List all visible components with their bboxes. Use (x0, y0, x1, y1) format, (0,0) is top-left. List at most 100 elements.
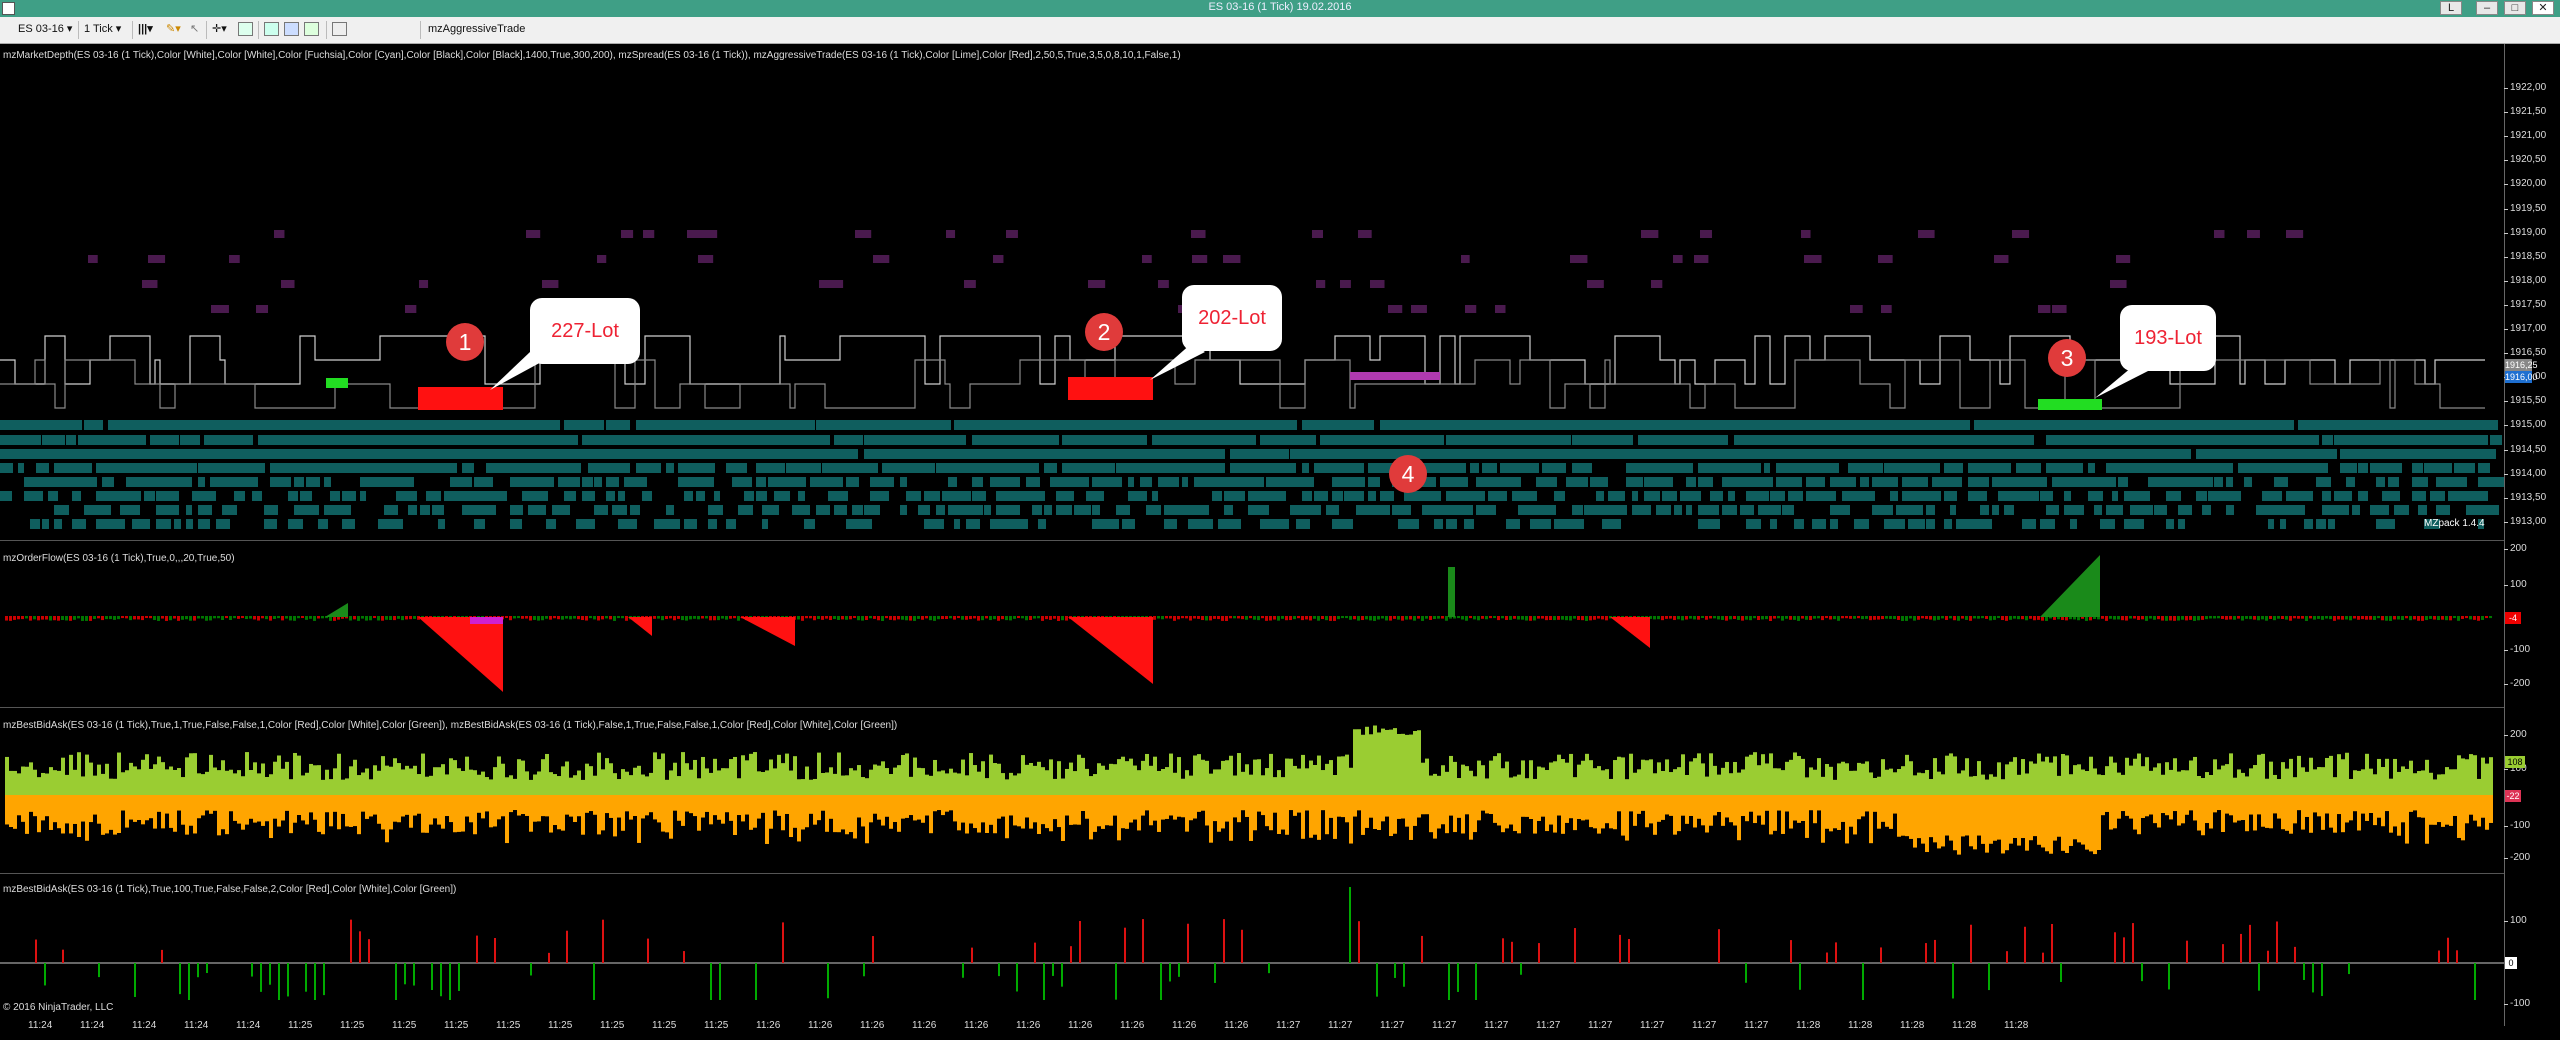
orderflow-bar (1953, 616, 1956, 621)
ask-size-bar (2233, 777, 2237, 795)
orderflow-bar (1541, 616, 1544, 619)
depth-cell (2322, 420, 2329, 430)
depth-cell (720, 435, 733, 445)
orderflow-bar (1509, 616, 1512, 620)
depth-cell (1062, 463, 1074, 473)
depth-cell (384, 435, 390, 445)
bid-size-bar (1957, 795, 1961, 855)
ask-size-bar (1585, 753, 1589, 795)
bid-size-bar (1001, 795, 1005, 817)
delta-bar (413, 963, 415, 986)
ask-size-bar (257, 773, 261, 795)
depth-cell (1014, 420, 1020, 430)
ask-size-bar (2221, 765, 2225, 795)
ask-size-bar (1981, 774, 1985, 795)
bid-size-bar (1989, 795, 1993, 844)
orderflow-bar (2401, 616, 2404, 620)
depth-cell (942, 463, 949, 473)
depth-cell (606, 491, 615, 501)
ask-size-bar (1909, 761, 1913, 795)
maximize-button[interactable]: □ (2504, 1, 2526, 15)
ask-size-bar (1473, 776, 1477, 795)
bid-size-bar (1933, 795, 1937, 843)
ask-size-bar (2201, 778, 2205, 795)
depth-cell (948, 477, 957, 487)
depth-cell (900, 477, 907, 487)
orderflow-bar (1253, 616, 1256, 620)
depth-speck (229, 255, 240, 263)
depth-cell (1152, 505, 1161, 515)
depth-cell (960, 435, 966, 445)
bid-size-bar (197, 795, 201, 819)
orderflow-bar (121, 616, 124, 619)
bid-size-bar (253, 795, 257, 823)
orderflow-bar (1549, 616, 1552, 621)
depth-cell (798, 491, 805, 501)
orderflow-bar (5, 616, 8, 621)
bid-size-bar (645, 795, 649, 816)
depth-cell (510, 519, 522, 529)
bid-size-bar (457, 795, 461, 832)
orderflow-bar (2421, 616, 2424, 621)
depth-cell (744, 449, 757, 459)
ask-size-bar (1801, 758, 1805, 795)
depth-cell (1080, 477, 1089, 487)
orderflow-bar (677, 616, 680, 619)
bid-size-bar (489, 795, 493, 828)
depth-cell (690, 463, 704, 473)
depth-cell (2106, 519, 2115, 529)
ask-size-bar (705, 768, 709, 795)
bid-size-bar (1025, 795, 1029, 818)
depth-cell (2442, 463, 2452, 473)
bid-size-bar (1145, 795, 1149, 811)
delta-bar (1376, 963, 1378, 997)
bid-size-bar (501, 795, 505, 817)
orderflow-bar (401, 616, 404, 621)
delta-bar (1241, 929, 1243, 963)
orderflow-bar (49, 616, 52, 621)
bid-size-bar (1493, 795, 1497, 823)
bid-size-bar (1133, 795, 1137, 820)
bid-size-bar (353, 795, 357, 827)
ask-size-bar (653, 752, 657, 795)
depth-cell (738, 505, 753, 515)
bid-size-bar (2073, 795, 2077, 840)
bid-size-bar (1953, 795, 1957, 851)
bid-size-bar (2185, 795, 2189, 815)
ask-size-bar (1485, 778, 1489, 795)
bid-size-bar (1785, 795, 1789, 812)
depth-speck (1881, 305, 1892, 313)
depth-cell (2478, 435, 2488, 445)
depth-cell (1758, 505, 1772, 515)
ask-size-bar (1993, 776, 1997, 795)
bid-size-bar (909, 795, 913, 816)
orderflow-bar (57, 616, 60, 621)
orderflow-bar (653, 616, 656, 619)
bid-size-bar (1289, 795, 1293, 811)
ask-size-bar (673, 762, 677, 795)
ask-size-bar (449, 758, 453, 795)
depth-speck (1641, 230, 1659, 238)
orderflow-bar (2305, 616, 2308, 621)
depth-cell (696, 491, 705, 501)
depth-speck (855, 230, 872, 238)
delta-bar (1520, 963, 1522, 975)
close-button[interactable]: ✕ (2532, 1, 2554, 15)
depth-cell (984, 449, 990, 459)
bid-size-bar (1141, 795, 1145, 816)
depth-cell (1788, 505, 1794, 515)
bid-size-bar (2441, 795, 2445, 827)
depth-cell (1248, 491, 1255, 501)
orderflow-bar (1397, 616, 1400, 620)
orderflow-bar (1045, 616, 1048, 620)
bid-size-bar (2161, 795, 2165, 814)
chart-plot-area[interactable] (0, 0, 2504, 1000)
bid-size-bar (1285, 795, 1289, 835)
bid-size-bar (33, 795, 37, 817)
depth-cell (1062, 449, 1068, 459)
delta-bar (1016, 963, 1018, 992)
price-axis[interactable] (2504, 44, 2560, 1026)
time-tick-label: 11:27 (1744, 1020, 1769, 1031)
ask-size-bar (509, 775, 513, 795)
bid-size-bar (157, 795, 161, 812)
